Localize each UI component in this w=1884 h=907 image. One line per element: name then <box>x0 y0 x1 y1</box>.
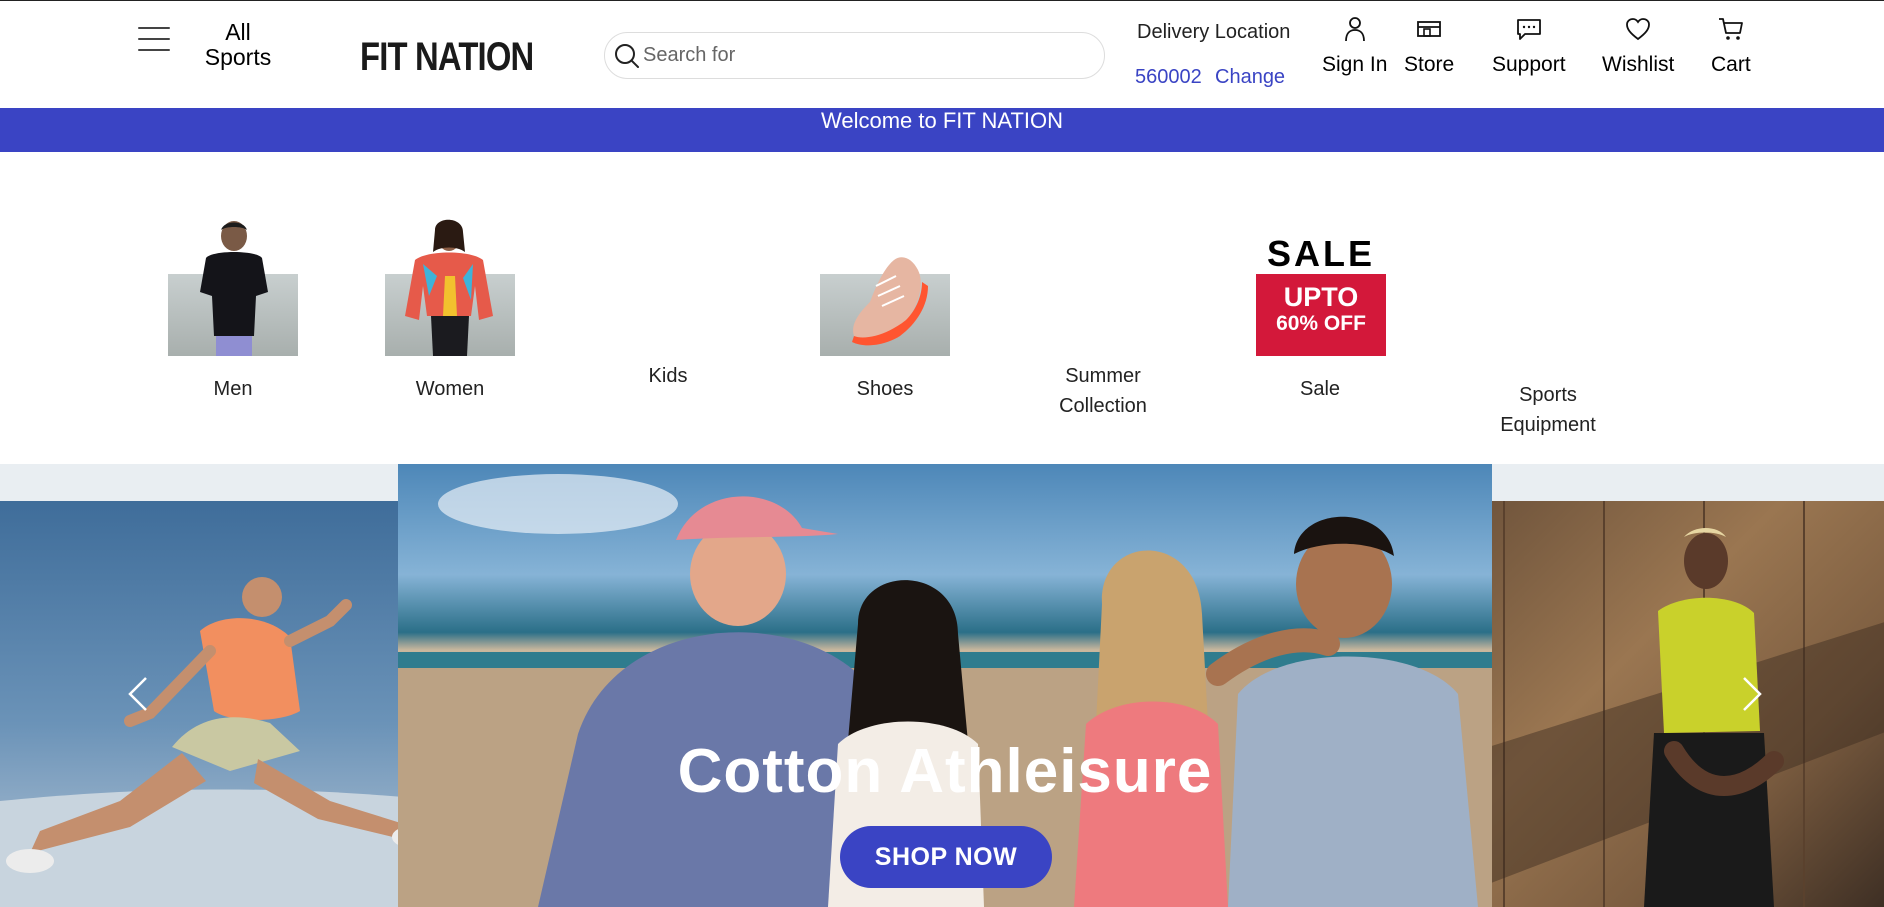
category-shoes-label: Shoes <box>856 378 914 400</box>
category-men[interactable]: Men <box>143 152 323 464</box>
cart-icon <box>1718 18 1743 40</box>
search-bar[interactable] <box>604 32 1105 79</box>
category-kids[interactable]: Kids <box>578 152 758 464</box>
carousel-next-arrow[interactable] <box>1740 674 1764 714</box>
sign-in-button[interactable]: Sign In <box>1322 15 1387 77</box>
hero-carousel[interactable]: Cotton Athleisure SHOP NOW <box>0 464 1884 907</box>
sale-promo-box: UPTO 60% OFF <box>1256 274 1386 356</box>
shop-now-button[interactable]: SHOP NOW <box>840 826 1052 888</box>
hero-title: Cotton Athleisure <box>677 737 1213 806</box>
search-input[interactable] <box>643 44 1083 67</box>
sale-promo-badge: SALE UPTO 60% OFF <box>1256 232 1386 356</box>
category-men-label: Men <box>213 378 253 400</box>
store-label: Store <box>1404 53 1455 76</box>
chevron-left-icon <box>128 677 147 711</box>
men-category-image <box>168 221 298 356</box>
hamburger-menu-icon[interactable] <box>138 25 170 53</box>
carousel-slide-prev[interactable] <box>0 501 447 907</box>
fit-nation-logo[interactable]: FIT NATION <box>356 29 566 85</box>
cart-label: Cart <box>1711 53 1751 76</box>
logo-text: FIT NATION <box>360 34 534 79</box>
category-shoes[interactable]: Shoes <box>795 152 975 464</box>
shoes-category-image <box>820 257 950 356</box>
wishlist-button[interactable]: Wishlist <box>1602 15 1674 77</box>
sale-promo-mid: UPTO <box>1283 282 1359 312</box>
sale-promo-top: SALE <box>1266 233 1375 274</box>
change-location-link[interactable]: Change <box>1215 66 1285 89</box>
chat-icon <box>1516 19 1541 40</box>
store-button[interactable]: Store <box>1404 15 1454 77</box>
carousel-prev-arrow[interactable] <box>126 674 150 714</box>
user-icon <box>1344 17 1365 42</box>
category-summer-collection[interactable]: Summer Collection <box>1013 152 1193 464</box>
category-summer-collection-label: Summer Collection <box>1059 365 1147 417</box>
women-category-image <box>385 219 515 356</box>
support-button[interactable]: Support <box>1492 15 1566 77</box>
sign-in-label: Sign In <box>1322 53 1388 76</box>
cart-button[interactable]: Cart <box>1711 15 1751 77</box>
site-header: All Sports FIT NATION Delivery Location … <box>0 0 1884 108</box>
store-icon <box>1417 21 1441 37</box>
wishlist-label: Wishlist <box>1602 53 1675 76</box>
all-sports-link[interactable]: All Sports <box>196 20 280 70</box>
category-women[interactable]: Women <box>360 152 540 464</box>
support-label: Support <box>1492 53 1566 76</box>
delivery-pincode: 560002 <box>1135 66 1202 88</box>
chevron-right-icon <box>1743 677 1762 711</box>
category-women-label: Women <box>415 378 485 400</box>
delivery-location-label: Delivery Location <box>1137 21 1291 43</box>
category-strip: Men Women Kids Shoes Summer Collection S… <box>0 152 1884 464</box>
category-kids-label: Kids <box>648 365 688 387</box>
category-sale-label: Sale <box>1299 378 1341 400</box>
category-sports-equipment[interactable]: Sports Equipment <box>1458 152 1638 464</box>
heart-icon <box>1626 18 1651 41</box>
category-sale[interactable]: SALE UPTO 60% OFF Sale <box>1230 152 1410 464</box>
welcome-banner: Welcome to FIT NATION <box>0 108 1884 152</box>
sale-promo-bottom: 60% OFF <box>1276 312 1366 335</box>
category-sports-equipment-label: Sports Equipment <box>1500 384 1596 436</box>
carousel-slide-next[interactable] <box>1440 501 1884 907</box>
search-icon[interactable] <box>613 42 641 70</box>
